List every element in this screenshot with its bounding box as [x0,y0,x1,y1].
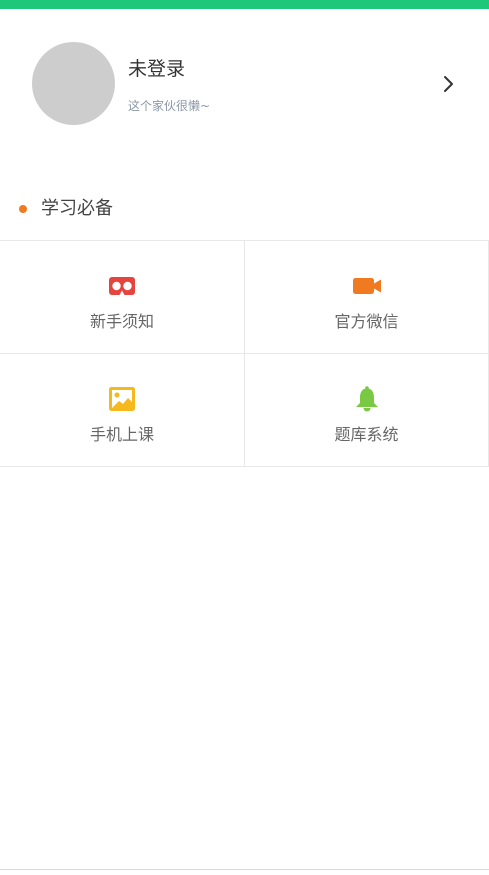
feature-grid: 新手须知 官方微信 手机上课 题库系统 [0,240,489,467]
section-dot [19,205,27,213]
grid-item-label: 手机上课 [89,425,154,444]
bell-icon [355,386,378,412]
section-header: 学习必备 [0,190,489,228]
top-accent-bar [0,0,489,9]
image-icon [109,387,135,411]
grid-item-label: 新手须知 [89,312,154,331]
avatar[interactable] [32,42,115,125]
profile-name: 未登录 [128,58,186,80]
grid-item-official-wechat[interactable]: 官方微信 [244,240,489,353]
video-camera-icon [352,278,381,294]
grid-item-label: 题库系统 [334,425,399,444]
page: 未登录 这个家伙很懒~ 学习必备 新手须知 官方微信 手机上课 题库系统 [0,0,489,875]
grid-item-mobile-class[interactable]: 手机上课 [0,353,244,467]
chevron-right-icon[interactable] [438,73,460,95]
profile-row[interactable]: 未登录 这个家伙很懒~ [0,9,489,159]
grid-item-label: 官方微信 [334,312,399,331]
grid-item-question-bank[interactable]: 题库系统 [244,353,489,467]
vr-glasses-icon [109,277,135,295]
grid-item-newbie-guide[interactable]: 新手须知 [0,240,244,353]
section-title: 学习必备 [41,198,113,219]
profile-subtitle: 这个家伙很懒~ [128,99,211,113]
bottom-divider [0,869,489,870]
